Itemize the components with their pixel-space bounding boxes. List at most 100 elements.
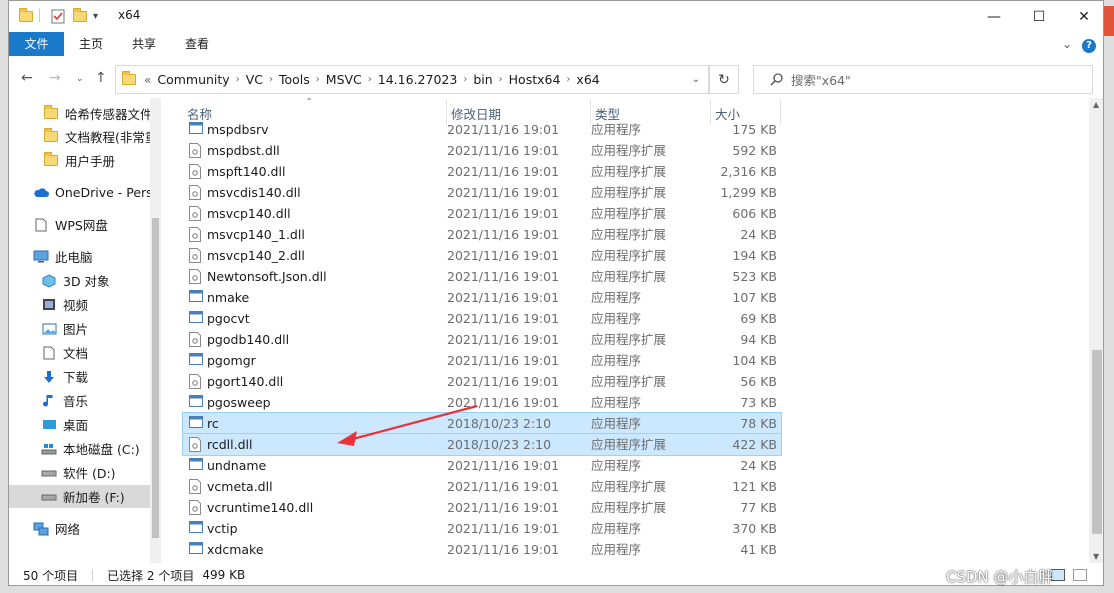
scrollbar-thumb[interactable] <box>152 218 159 538</box>
watermark: CSDN @小白胖 <box>946 568 1054 586</box>
large-icons-view-icon[interactable] <box>1073 569 1087 581</box>
navigation-scrollbar[interactable] <box>150 98 161 563</box>
cube-icon <box>41 273 57 288</box>
new-folder-icon[interactable] <box>73 7 87 24</box>
sidebar-item[interactable]: OneDrive - Perso <box>9 181 150 204</box>
breadcrumb-hostx64[interactable]: Hostx64 <box>509 72 561 87</box>
sidebar-item[interactable]: 下载 <box>9 365 150 388</box>
folder-icon <box>43 128 59 144</box>
file-list-scrollbar[interactable]: ▲ ▼ <box>1089 98 1103 563</box>
sidebar-item[interactable]: 音乐 <box>9 389 150 412</box>
chevron-right-icon[interactable]: › <box>463 74 467 85</box>
up-arrow-icon[interactable]: ↑ <box>95 70 107 86</box>
breadcrumb-overflow[interactable]: « <box>144 73 151 87</box>
chevron-right-icon[interactable]: › <box>316 74 320 85</box>
breadcrumb-x64[interactable]: x64 <box>576 72 599 87</box>
navigation-pane: 哈希传感器文件文档教程(非常重 用户手册 OneDrive - Perso WPS网盘… <box>9 98 161 563</box>
sidebar-item[interactable]: 桌面 <box>9 413 150 436</box>
ribbon-expand-icon[interactable]: ⌄ <box>1059 32 1075 56</box>
properties-icon[interactable] <box>51 8 65 24</box>
title-bar: ▾ x64 — ☐ ✕ <box>9 1 1103 32</box>
computer-icon <box>33 250 49 264</box>
breadcrumb-tools[interactable]: Tools <box>279 72 310 87</box>
search-icon <box>770 73 783 86</box>
document-icon <box>41 346 57 360</box>
drive-icon <box>41 466 57 480</box>
sidebar-item-label: 桌面 <box>63 418 89 433</box>
sidebar-item-label: 网络 <box>55 522 81 537</box>
scroll-down-icon[interactable]: ▼ <box>1093 552 1099 561</box>
sidebar-item-label: 本地磁盘 (C:) <box>63 442 140 457</box>
breadcrumb-community[interactable]: Community <box>157 72 229 87</box>
tab-home[interactable]: 主页 <box>71 32 111 56</box>
forward-arrow-icon[interactable]: → <box>49 70 61 86</box>
film-icon <box>41 298 57 312</box>
sidebar-item[interactable]: WPS网盘 <box>9 213 150 236</box>
sidebar-item[interactable]: 网络 <box>9 517 150 540</box>
breadcrumb-bin[interactable]: bin <box>473 72 492 87</box>
drive-icon <box>41 490 57 504</box>
maximize-button[interactable]: ☐ <box>1016 1 1062 32</box>
sidebar-item[interactable]: 此电脑 <box>9 245 150 268</box>
tab-view[interactable]: 查看 <box>177 32 217 56</box>
sidebar-item[interactable]: 文档 <box>9 341 150 364</box>
document-icon <box>33 218 49 232</box>
sidebar-item-label: 用户手册 <box>65 154 116 169</box>
chevron-right-icon[interactable]: › <box>269 74 273 85</box>
sidebar-item-label: 视频 <box>63 298 89 313</box>
cloud-icon <box>33 186 49 200</box>
tab-share[interactable]: 共享 <box>124 32 164 56</box>
breadcrumb-version[interactable]: 14.16.27023 <box>378 72 458 87</box>
sidebar-item[interactable]: 图片 <box>9 317 150 340</box>
chevron-right-icon[interactable]: › <box>236 74 240 85</box>
minimize-button[interactable]: — <box>971 1 1017 32</box>
sidebar-item-label: 文档教程(非常重 <box>65 130 150 145</box>
chevron-right-icon[interactable]: › <box>368 74 372 85</box>
sidebar-item[interactable]: 本地磁盘 (C:) <box>9 437 150 460</box>
file-list: 名称 ⌃ 修改日期 类型 大小 mspdbsrv 2021/11/16 19:01 应… <box>161 97 1089 563</box>
chevron-right-icon[interactable]: › <box>566 74 570 85</box>
windows-drive-icon <box>41 442 57 456</box>
breadcrumb-msvc[interactable]: MSVC <box>326 72 362 87</box>
help-icon[interactable]: ? <box>1081 32 1097 56</box>
address-dropdown-icon[interactable]: ⌄ <box>692 74 700 85</box>
sidebar-item-label: 软件 (D:) <box>63 466 116 481</box>
breadcrumb-vc[interactable]: VC <box>246 72 263 87</box>
sidebar-item[interactable]: 用户手册 <box>9 149 150 172</box>
search-input[interactable]: 搜索"x64" <box>753 65 1093 94</box>
item-count: 50 个项目 <box>23 568 79 583</box>
tab-file[interactable]: 文件 <box>9 32 64 56</box>
picture-icon <box>41 322 57 336</box>
quick-access-dropdown-icon[interactable]: ▾ <box>93 8 98 24</box>
sidebar-item-label: 图片 <box>63 322 89 337</box>
back-arrow-icon[interactable]: ← <box>21 70 33 86</box>
sidebar-item[interactable]: 文档教程(非常重 <box>9 125 150 148</box>
annotation-arrow <box>337 404 478 446</box>
close-button[interactable]: ✕ <box>1061 1 1103 32</box>
sidebar-item-label: 文档 <box>63 346 89 361</box>
sidebar-item[interactable]: 新加卷 (F:) <box>9 485 150 508</box>
window-title: x64 <box>118 8 141 22</box>
network-icon <box>33 522 49 536</box>
sidebar-item-label: 3D 对象 <box>63 274 110 289</box>
scrollbar-thumb[interactable] <box>1092 350 1102 534</box>
recent-locations-icon[interactable]: ⌄ <box>76 74 84 84</box>
ribbon-tabs: 文件 主页 共享 查看 ⌄ ? <box>9 32 1103 56</box>
sidebar-item-label: 音乐 <box>63 394 89 409</box>
sidebar-item[interactable]: 3D 对象 <box>9 269 150 292</box>
sidebar-item[interactable]: 软件 (D:) <box>9 461 150 484</box>
folder-icon <box>43 152 59 168</box>
folder-icon <box>19 7 33 24</box>
sidebar-item-label: 此电脑 <box>55 250 93 265</box>
status-bar: 50 个项目 已选择 2 个项目 499 KB <box>9 563 1103 585</box>
desktop-icon <box>41 418 57 432</box>
sidebar-item[interactable]: 视频 <box>9 293 150 316</box>
chevron-right-icon[interactable]: › <box>499 74 503 85</box>
refresh-icon[interactable]: ↻ <box>709 65 739 94</box>
address-bar[interactable]: « Community › VC › Tools › MSVC › 14.16.2702… <box>115 65 709 94</box>
sidebar-item[interactable]: 哈希传感器文件 <box>9 102 150 125</box>
address-row: ← → ⌄ ↑ « Community › VC › Tools › MSVC › 14… <box>9 62 1103 96</box>
selection-count: 已选择 2 个项目 <box>107 568 195 583</box>
scroll-up-icon[interactable]: ▲ <box>1093 100 1099 109</box>
selection-size: 499 KB <box>202 568 246 582</box>
